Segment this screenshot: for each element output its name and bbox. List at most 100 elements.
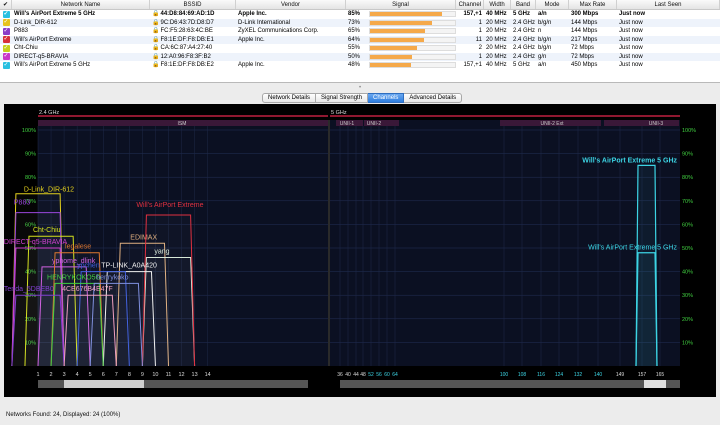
cell-bssid: 🔒FC:F5:28:63:4C:BE	[150, 27, 236, 36]
table-row[interactable]: ✓ P883 🔒FC:F5:28:63:4C:BE ZyXEL Communicati…	[0, 27, 720, 36]
row-checkbox[interactable]: ✓	[0, 44, 12, 53]
y-tick-label-left: 80%	[25, 175, 36, 181]
table-row[interactable]: ✓ D-Link_DIR-612 🔒9C:D6:43:7D:D8:D7 D-Link …	[0, 18, 720, 28]
x-tick-label-5: 56	[376, 372, 382, 378]
tab-network-details[interactable]: Network Details	[262, 93, 317, 103]
cell-mode: b/g/n	[538, 36, 552, 43]
col-header-vendor[interactable]: Vendor	[236, 0, 346, 9]
cell-channel: 1	[478, 28, 482, 34]
tab-signal-strength[interactable]: Signal Strength	[316, 93, 369, 103]
signal-percent: 55%	[348, 45, 361, 51]
y-tick-label-right: 100%	[682, 128, 696, 134]
y-tick-label-right: 10%	[682, 340, 693, 346]
signal-bar	[368, 53, 456, 60]
network-label: henrykoko	[96, 274, 128, 281]
col-header-max-rate[interactable]: Max Rate	[569, 0, 617, 9]
table-row[interactable]: ✓ Will's AirPort Extreme 🔒F8:1E:DF:F8:DB:E…	[0, 35, 720, 45]
y-tick-label-left: 100%	[22, 128, 36, 134]
row-checkbox[interactable]: ✓	[0, 10, 12, 19]
network-label: Cht-Chiu	[33, 227, 61, 234]
x-tick-label-24: 10	[152, 372, 158, 378]
col-header-last-seen[interactable]: Last Seen	[617, 0, 720, 9]
cell-mode: b/g/n	[538, 45, 552, 51]
network-label: legalese	[65, 244, 91, 251]
x-tick-label-5: 40	[345, 372, 351, 378]
x-tick-label-5: 116	[537, 372, 545, 378]
unii-band-strip	[604, 120, 679, 126]
lock-icon: 🔒	[152, 11, 160, 17]
cell-network-name: Will's AirPort Extreme 5 GHz	[14, 11, 96, 17]
col-header-signal[interactable]: Signal	[346, 0, 456, 9]
signal-bar-fill	[369, 12, 443, 17]
cell-width: 20 MHz	[486, 53, 507, 60]
y-tick-label-right: 40%	[682, 270, 693, 276]
table-row[interactable]: ✓ Will's AirPort Extreme 5 GHz 🔒F8:1E:DF:F…	[0, 61, 720, 70]
signal-percent: 85%	[348, 11, 361, 17]
tab-channels[interactable]: Channels	[368, 93, 405, 103]
x-tick-label-5: 64	[392, 372, 398, 378]
x-tick-label-5: 149	[616, 372, 625, 378]
checkmark-icon: ✓	[2, 27, 10, 35]
cell-last-seen: Just now	[619, 28, 643, 34]
x-tick-label-5: 44	[353, 372, 359, 378]
cell-last-seen: Just now	[619, 11, 646, 17]
x-tick-label-5: 60	[384, 372, 390, 378]
cell-max-rate: 217 Mbps	[571, 36, 598, 43]
x-tick-label-5: 140	[594, 372, 603, 378]
x-tick-label-24: 5	[89, 372, 92, 378]
network-signal-shape	[11, 294, 65, 367]
network-label: D-Link_DIR-612	[24, 187, 74, 194]
col-header-check[interactable]: ✔	[0, 0, 12, 9]
col-header-bssid[interactable]: BSSID	[150, 0, 236, 9]
cell-bssid: 🔒44:D8:84:69:AD:1D	[150, 10, 236, 19]
cell-width: 20 MHz	[486, 28, 507, 34]
cell-network-name: P883	[14, 28, 29, 34]
cell-max-rate: 72 Mbps	[571, 53, 595, 60]
col-header-mode[interactable]: Mode	[536, 0, 569, 9]
signal-percent: 64%	[348, 36, 361, 43]
cell-max-rate: 144 Mbps	[571, 28, 598, 34]
table-row[interactable]: ✓ Cht-Chiu 🔒CA:6C:87:A4:27:40 55% 2 20 MHz 2.4…	[0, 44, 720, 53]
table-row[interactable]: ✓ Will's AirPort Extreme 5 GHz 🔒44:D8:84:6…	[0, 10, 720, 19]
cell-bssid: 🔒12:A0:96:F8:3F:B2	[150, 53, 236, 62]
row-checkbox[interactable]: ✓	[0, 61, 12, 70]
col-header-band[interactable]: Band	[511, 0, 536, 9]
network-label: ypchen	[77, 263, 100, 270]
cell-last-seen: Just now	[619, 19, 643, 26]
cell-vendor	[236, 53, 346, 62]
x-tick-label-5: 52	[368, 372, 374, 378]
cell-channel: 157,+1	[463, 62, 482, 68]
tab-advanced-details[interactable]: Advanced Details	[404, 93, 463, 103]
cell-channel: 1	[478, 19, 482, 26]
band-24-label: 2.4 GHz	[39, 110, 59, 116]
lock-icon: 🔒	[152, 53, 160, 60]
cell-signal: 55%	[346, 44, 456, 53]
unii-label: UNII-3	[649, 121, 664, 127]
row-checkbox[interactable]: ✓	[0, 19, 12, 28]
checkmark-icon: ✓	[2, 19, 10, 27]
cell-width: 40 MHz	[486, 62, 507, 68]
y-tick-label-right: 50%	[682, 246, 693, 252]
signal-bar-fill	[369, 63, 411, 68]
network-label: HENRYKOKO5G	[47, 274, 101, 281]
split-handle[interactable]: •	[0, 84, 720, 92]
col-header-width[interactable]: Width	[484, 0, 511, 9]
signal-percent: 65%	[348, 28, 361, 34]
network-label: P883	[14, 200, 30, 207]
row-checkbox[interactable]: ✓	[0, 27, 12, 36]
row-checkbox[interactable]: ✓	[0, 36, 12, 45]
row-checkbox[interactable]: ✓	[0, 53, 12, 62]
cell-signal: 85%	[346, 10, 456, 19]
cell-band: 5 GHz	[513, 62, 531, 68]
cell-mode: a/n	[538, 11, 547, 17]
col-header-channel[interactable]: Channel	[456, 0, 484, 9]
checkmark-icon: ✓	[2, 10, 10, 18]
cell-width: 40 MHz	[486, 11, 507, 17]
cell-width: 20 MHz	[486, 36, 507, 43]
cell-band: 2.4 GHz	[513, 45, 536, 51]
table-row[interactable]: ✓ DIRECT-q5-BRAVIA 🔒12:A0:96:F8:3F:B2 50% 1 2…	[0, 52, 720, 62]
cell-band: 2.4 GHz	[513, 19, 536, 26]
col-header-network-name[interactable]: Network Name	[12, 0, 150, 9]
x-tick-label-24: 7	[115, 372, 118, 378]
checkmark-icon: ✓	[2, 44, 10, 52]
